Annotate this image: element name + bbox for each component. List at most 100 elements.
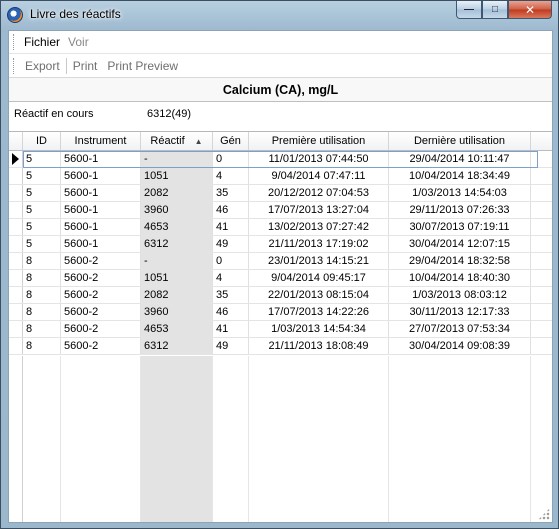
cell-first-use[interactable]: 21/11/2013 18:08:49 (249, 338, 389, 354)
cell-first-use[interactable]: 17/07/2013 13:27:04 (249, 202, 389, 218)
cell-reactif[interactable]: - (141, 253, 213, 269)
cell-last-use[interactable]: 30/04/2014 12:07:15 (389, 236, 531, 252)
column-header-instrument[interactable]: Instrument (61, 132, 141, 150)
cell-reactif[interactable]: - (141, 151, 213, 167)
column-header-id[interactable]: ID (23, 132, 61, 150)
cell-gen[interactable]: 4 (213, 270, 249, 286)
row-header[interactable] (9, 185, 23, 201)
table-row[interactable]: 8 5600-2-0 23/01/2013 14:15:21 29/04/2014 1… (9, 253, 552, 270)
cell-id[interactable]: 5 (23, 219, 61, 235)
row-header[interactable] (9, 321, 23, 337)
cell-gen[interactable]: 0 (213, 253, 249, 269)
maximize-button[interactable]: □ (482, 1, 508, 19)
cell-last-use[interactable]: 27/07/2013 07:53:34 (389, 321, 531, 337)
cell-last-use[interactable]: 29/04/2014 10:11:47 (389, 151, 531, 167)
row-header[interactable] (9, 338, 23, 354)
table-row[interactable]: 5 5600-1 2082 35 20/12/2012 07:04:53 1/03/201… (9, 185, 552, 202)
table-row[interactable]: 5 5600-1 1051 4 9/04/2014 07:47:11 10/04/2014… (9, 168, 552, 185)
cell-gen[interactable]: 35 (213, 185, 249, 201)
cell-reactif[interactable]: 1051 (141, 270, 213, 286)
cell-id[interactable]: 8 (23, 321, 61, 337)
app-logo-icon[interactable] (7, 7, 23, 23)
table-row[interactable]: 5 5600-1-0 11/01/2013 07:44:50 29/04/2014 1… (9, 151, 552, 168)
cell-gen[interactable]: 0 (213, 151, 249, 167)
cell-reactif[interactable]: 4653 (141, 219, 213, 235)
cell-instrument[interactable]: 5600-2 (61, 338, 141, 354)
cell-last-use[interactable]: 30/11/2013 12:17:33 (389, 304, 531, 320)
table-row[interactable]: 8 5600-2 3960 46 17/07/2013 14:22:26 30/11/20… (9, 304, 552, 321)
row-header[interactable] (9, 151, 23, 167)
table-row[interactable]: 8 5600-2 4653 41 1/03/2013 14:54:34 27/07/201… (9, 321, 552, 338)
table-row[interactable]: 5 5600-1 3960 46 17/07/2013 13:27:04 29/11/20… (9, 202, 552, 219)
cell-gen[interactable]: 46 (213, 304, 249, 320)
cell-reactif[interactable]: 1051 (141, 168, 213, 184)
cell-gen[interactable]: 41 (213, 219, 249, 235)
cell-last-use[interactable]: 1/03/2013 14:54:03 (389, 185, 531, 201)
export-button[interactable]: Export (20, 59, 65, 73)
cell-gen[interactable]: 41 (213, 321, 249, 337)
cell-gen[interactable]: 49 (213, 236, 249, 252)
minimize-button[interactable]: — (456, 1, 482, 19)
cell-instrument[interactable]: 5600-1 (61, 185, 141, 201)
cell-last-use[interactable]: 10/04/2014 18:34:49 (389, 168, 531, 184)
cell-id[interactable]: 8 (23, 287, 61, 303)
cell-reactif[interactable]: 6312 (141, 338, 213, 354)
row-header[interactable] (9, 304, 23, 320)
cell-first-use[interactable]: 22/01/2013 08:15:04 (249, 287, 389, 303)
cell-id[interactable]: 8 (23, 304, 61, 320)
row-header[interactable] (9, 202, 23, 218)
row-header[interactable] (9, 168, 23, 184)
cell-gen[interactable]: 4 (213, 168, 249, 184)
cell-gen[interactable]: 35 (213, 287, 249, 303)
close-button[interactable]: ✕ (508, 1, 552, 19)
cell-id[interactable]: 5 (23, 168, 61, 184)
toolbar-grip[interactable] (13, 57, 16, 74)
table-row[interactable]: 8 5600-2 6312 49 21/11/2013 18:08:49 30/04/20… (9, 338, 552, 355)
cell-first-use[interactable]: 17/07/2013 14:22:26 (249, 304, 389, 320)
cell-reactif[interactable]: 3960 (141, 304, 213, 320)
table-row[interactable]: 5 5600-1 4653 41 13/02/2013 07:27:42 30/07/20… (9, 219, 552, 236)
column-header-first-use[interactable]: Première utilisation (249, 132, 389, 150)
print-preview-button[interactable]: Print Preview (102, 59, 183, 73)
cell-last-use[interactable]: 29/11/2013 07:26:33 (389, 202, 531, 218)
cell-first-use[interactable]: 9/04/2014 07:47:11 (249, 168, 389, 184)
column-header-reactif[interactable]: Réactif ▲ (141, 132, 213, 150)
table-row[interactable]: 8 5600-2 2082 35 22/01/2013 08:15:04 1/03/201… (9, 287, 552, 304)
cell-first-use[interactable]: 13/02/2013 07:27:42 (249, 219, 389, 235)
cell-first-use[interactable]: 11/01/2013 07:44:50 (249, 151, 389, 167)
cell-first-use[interactable]: 23/01/2013 14:15:21 (249, 253, 389, 269)
cell-instrument[interactable]: 5600-2 (61, 304, 141, 320)
cell-gen[interactable]: 46 (213, 202, 249, 218)
column-header-last-use[interactable]: Dernière utilisation (389, 132, 531, 150)
cell-id[interactable]: 5 (23, 185, 61, 201)
cell-last-use[interactable]: 30/04/2014 09:08:39 (389, 338, 531, 354)
cell-instrument[interactable]: 5600-1 (61, 219, 141, 235)
cell-first-use[interactable]: 20/12/2012 07:04:53 (249, 185, 389, 201)
cell-instrument[interactable]: 5600-1 (61, 236, 141, 252)
cell-first-use[interactable]: 9/04/2014 09:45:17 (249, 270, 389, 286)
cell-last-use[interactable]: 1/03/2013 08:03:12 (389, 287, 531, 303)
cell-instrument[interactable]: 5600-1 (61, 168, 141, 184)
cell-last-use[interactable]: 29/04/2014 18:32:58 (389, 253, 531, 269)
cell-id[interactable]: 5 (23, 202, 61, 218)
column-header-gen[interactable]: Gén (213, 132, 249, 150)
cell-reactif[interactable]: 2082 (141, 185, 213, 201)
cell-instrument[interactable]: 5600-1 (61, 202, 141, 218)
cell-last-use[interactable]: 10/04/2014 18:40:30 (389, 270, 531, 286)
cell-instrument[interactable]: 5600-2 (61, 270, 141, 286)
cell-id[interactable]: 5 (23, 151, 61, 167)
table-row[interactable]: 5 5600-1 6312 49 21/11/2013 17:19:02 30/04/20… (9, 236, 552, 253)
cell-instrument[interactable]: 5600-1 (61, 151, 141, 167)
cell-id[interactable]: 8 (23, 338, 61, 354)
row-header[interactable] (9, 287, 23, 303)
cell-id[interactable]: 8 (23, 270, 61, 286)
cell-gen[interactable]: 49 (213, 338, 249, 354)
row-header[interactable] (9, 236, 23, 252)
print-button[interactable]: Print (68, 59, 103, 73)
menu-voir[interactable]: Voir (64, 35, 93, 49)
cell-reactif[interactable]: 2082 (141, 287, 213, 303)
cell-reactif[interactable]: 6312 (141, 236, 213, 252)
cell-reactif[interactable]: 4653 (141, 321, 213, 337)
cell-reactif[interactable]: 3960 (141, 202, 213, 218)
cell-id[interactable]: 5 (23, 236, 61, 252)
